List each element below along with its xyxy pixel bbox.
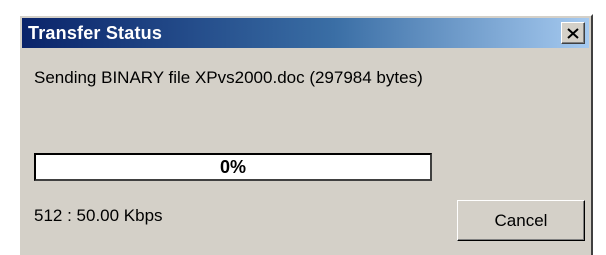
progress-bar: 0%	[34, 153, 432, 181]
cancel-button[interactable]: Cancel	[457, 200, 585, 241]
transfer-speed: 512 : 50.00 Kbps	[34, 206, 163, 225]
window-title: Transfer Status	[28, 23, 163, 43]
transfer-message: Sending BINARY file XPvs2000.doc (297984…	[34, 68, 423, 87]
progress-percent: 0%	[219, 156, 246, 177]
close-button[interactable]	[561, 22, 585, 44]
close-icon	[567, 27, 579, 39]
title-bar[interactable]: Transfer Status	[22, 18, 589, 48]
transfer-status-dialog: Transfer Status Sending BINARY file XPvs…	[18, 14, 593, 255]
